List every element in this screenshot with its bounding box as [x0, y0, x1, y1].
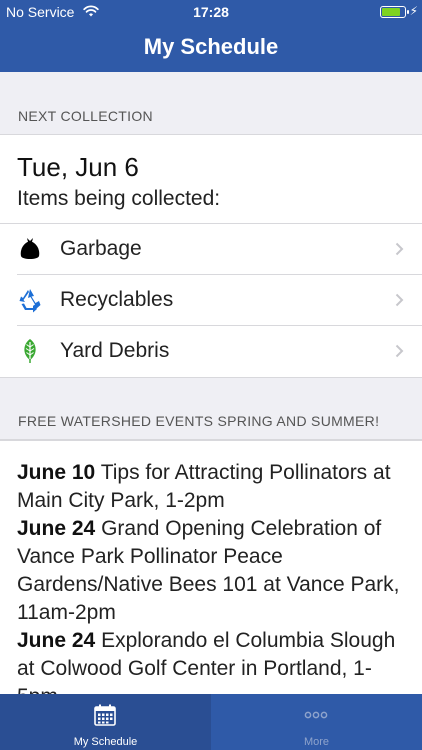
next-collection-date: Tue, Jun 6 [17, 152, 139, 182]
items-collected-label: Items being collected: [17, 187, 221, 210]
list-item-yard-debris[interactable]: Yard Debris [17, 326, 422, 377]
event-item: June 24 Explorando el Columbia Slough at… [17, 627, 404, 694]
next-collection-card: Tue, Jun 6 Items being collected: [0, 135, 422, 224]
item-label: Recyclables [60, 288, 174, 311]
leaf-icon [24, 339, 36, 363]
chevron-right-icon [395, 293, 404, 307]
status-bar: No Service 17:28 ⚡ [0, 0, 422, 24]
event-item: June 24 Grand Opening Celebration of Van… [17, 515, 404, 627]
tab-more[interactable]: More [211, 694, 422, 750]
item-label: Garbage [60, 237, 142, 260]
section-header-label: NEXT COLLECTION [18, 108, 153, 124]
garbage-bag-icon [20, 238, 40, 259]
events-card: June 10 Tips for Attracting Pollinators … [0, 440, 422, 694]
event-date: June 10 [17, 461, 96, 484]
section-header-label: FREE WATERSHED EVENTS SPRING AND SUMMER! [18, 413, 380, 429]
tab-my-schedule[interactable]: My Schedule [0, 694, 211, 750]
battery-level [382, 8, 400, 16]
chevron-right-icon [395, 344, 404, 358]
event-date: June 24 [17, 517, 96, 540]
recycle-icon [19, 289, 41, 313]
schedule-scroll-view[interactable]: NEXT COLLECTION Tue, Jun 6 Items being c… [0, 72, 422, 694]
event-item: June 10 Tips for Attracting Pollinators … [17, 459, 404, 515]
chevron-right-icon [395, 242, 404, 256]
status-time: 17:28 [193, 4, 229, 20]
collection-items-list: Garbage Recyclables Yard Debris [0, 224, 422, 377]
charging-bolt-icon: ⚡ [409, 4, 418, 18]
tab-label: My Schedule [73, 736, 138, 748]
tab-bar: My Schedule More [0, 694, 422, 750]
page-title: My Schedule [143, 34, 279, 59]
event-date: June 24 [17, 629, 96, 652]
next-collection-section-header: NEXT COLLECTION [0, 72, 422, 135]
events-section-header: FREE WATERSHED EVENTS SPRING AND SUMMER! [0, 377, 422, 440]
calendar-icon [94, 704, 116, 726]
battery-icon [380, 6, 409, 18]
list-item-garbage[interactable]: Garbage [17, 224, 422, 275]
tab-label: More [303, 736, 330, 748]
item-label: Yard Debris [60, 339, 170, 362]
list-item-recyclables[interactable]: Recyclables [17, 275, 422, 326]
more-dots-icon [304, 711, 328, 719]
navigation-bar: My Schedule [0, 24, 422, 72]
